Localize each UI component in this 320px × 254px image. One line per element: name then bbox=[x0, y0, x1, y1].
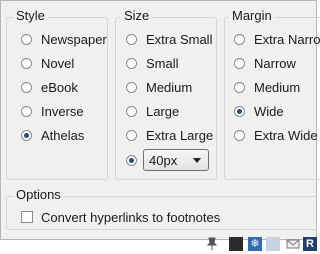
radio-icon[interactable] bbox=[21, 33, 32, 45]
option-label: Wide bbox=[254, 103, 284, 119]
tray-app-icon[interactable] bbox=[229, 237, 243, 251]
tray-mail-icon[interactable] bbox=[286, 237, 300, 251]
chevron-down-icon bbox=[193, 158, 201, 163]
radio-icon[interactable] bbox=[126, 33, 137, 45]
radio-icon[interactable] bbox=[234, 57, 245, 69]
radio-icon[interactable] bbox=[234, 129, 245, 141]
radio-checked-icon[interactable] bbox=[126, 154, 137, 166]
margin-option-medium[interactable]: Medium bbox=[234, 78, 300, 96]
radio-icon[interactable] bbox=[21, 81, 32, 93]
style-option-newspaper[interactable]: Newspaper bbox=[21, 30, 107, 48]
font-size-value: 40px bbox=[149, 152, 178, 168]
radio-icon[interactable] bbox=[234, 33, 245, 45]
size-option-medium[interactable]: Medium bbox=[126, 78, 192, 96]
option-label: Athelas bbox=[41, 127, 85, 143]
style-option-inverse[interactable]: Inverse bbox=[21, 102, 84, 120]
style-option-ebook[interactable]: eBook bbox=[21, 78, 78, 96]
option-label: Novel bbox=[41, 55, 75, 71]
radio-icon[interactable] bbox=[126, 57, 137, 69]
margin-option-narrow[interactable]: Narrow bbox=[234, 54, 296, 72]
checkbox-icon[interactable] bbox=[21, 211, 33, 223]
size-option-extra-small[interactable]: Extra Small bbox=[126, 30, 212, 48]
radio-icon[interactable] bbox=[21, 57, 32, 69]
option-label: Inverse bbox=[41, 103, 84, 119]
size-option-large[interactable]: Large bbox=[126, 102, 179, 120]
margin-option-extra-wide[interactable]: Extra Wide bbox=[234, 126, 318, 144]
size-option-custom[interactable] bbox=[126, 151, 137, 169]
option-label: Small bbox=[146, 55, 179, 71]
option-label: Extra Wide bbox=[254, 127, 318, 143]
size-option-extra-large[interactable]: Extra Large bbox=[126, 126, 213, 144]
reader-settings-popup: Style Newspaper Novel eBook Inverse Athe… bbox=[0, 0, 320, 240]
convert-hyperlinks-option[interactable]: Convert hyperlinks to footnotes bbox=[21, 208, 220, 226]
size-group-title: Size bbox=[121, 8, 153, 23]
radio-checked-icon[interactable] bbox=[234, 105, 245, 117]
checkbox-label: Convert hyperlinks to footnotes bbox=[41, 209, 221, 225]
font-size-dropdown[interactable]: 40px bbox=[143, 149, 209, 171]
option-label: Medium bbox=[254, 79, 301, 95]
radio-checked-icon[interactable] bbox=[21, 129, 32, 141]
tray-r-icon[interactable]: R bbox=[303, 237, 317, 251]
tray-snowflake-icon[interactable]: ❄ bbox=[248, 237, 262, 251]
size-option-small[interactable]: Small bbox=[126, 54, 179, 72]
style-option-novel[interactable]: Novel bbox=[21, 54, 74, 72]
margin-option-wide[interactable]: Wide bbox=[234, 102, 284, 120]
radio-icon[interactable] bbox=[126, 81, 137, 93]
tray-pin-icon[interactable] bbox=[206, 237, 218, 251]
margin-option-extra-narrow[interactable]: Extra Narrow bbox=[234, 30, 320, 48]
radio-icon[interactable] bbox=[126, 129, 137, 141]
margin-group-title: Margin bbox=[229, 8, 275, 23]
radio-icon[interactable] bbox=[126, 105, 137, 117]
option-label: Extra Small bbox=[146, 31, 213, 47]
style-option-athelas[interactable]: Athelas bbox=[21, 126, 84, 144]
option-label: Large bbox=[146, 103, 180, 119]
tray-network-icon[interactable] bbox=[266, 237, 280, 251]
style-group-title: Style bbox=[13, 8, 48, 23]
option-label: Extra Narrow bbox=[254, 31, 320, 47]
option-label: Medium bbox=[146, 79, 193, 95]
option-label: Newspaper bbox=[41, 31, 107, 47]
option-label: Extra Large bbox=[146, 127, 214, 143]
options-group-title: Options bbox=[13, 187, 64, 202]
option-label: Narrow bbox=[254, 55, 296, 71]
radio-icon[interactable] bbox=[234, 81, 245, 93]
radio-icon[interactable] bbox=[21, 105, 32, 117]
option-label: eBook bbox=[41, 79, 78, 95]
